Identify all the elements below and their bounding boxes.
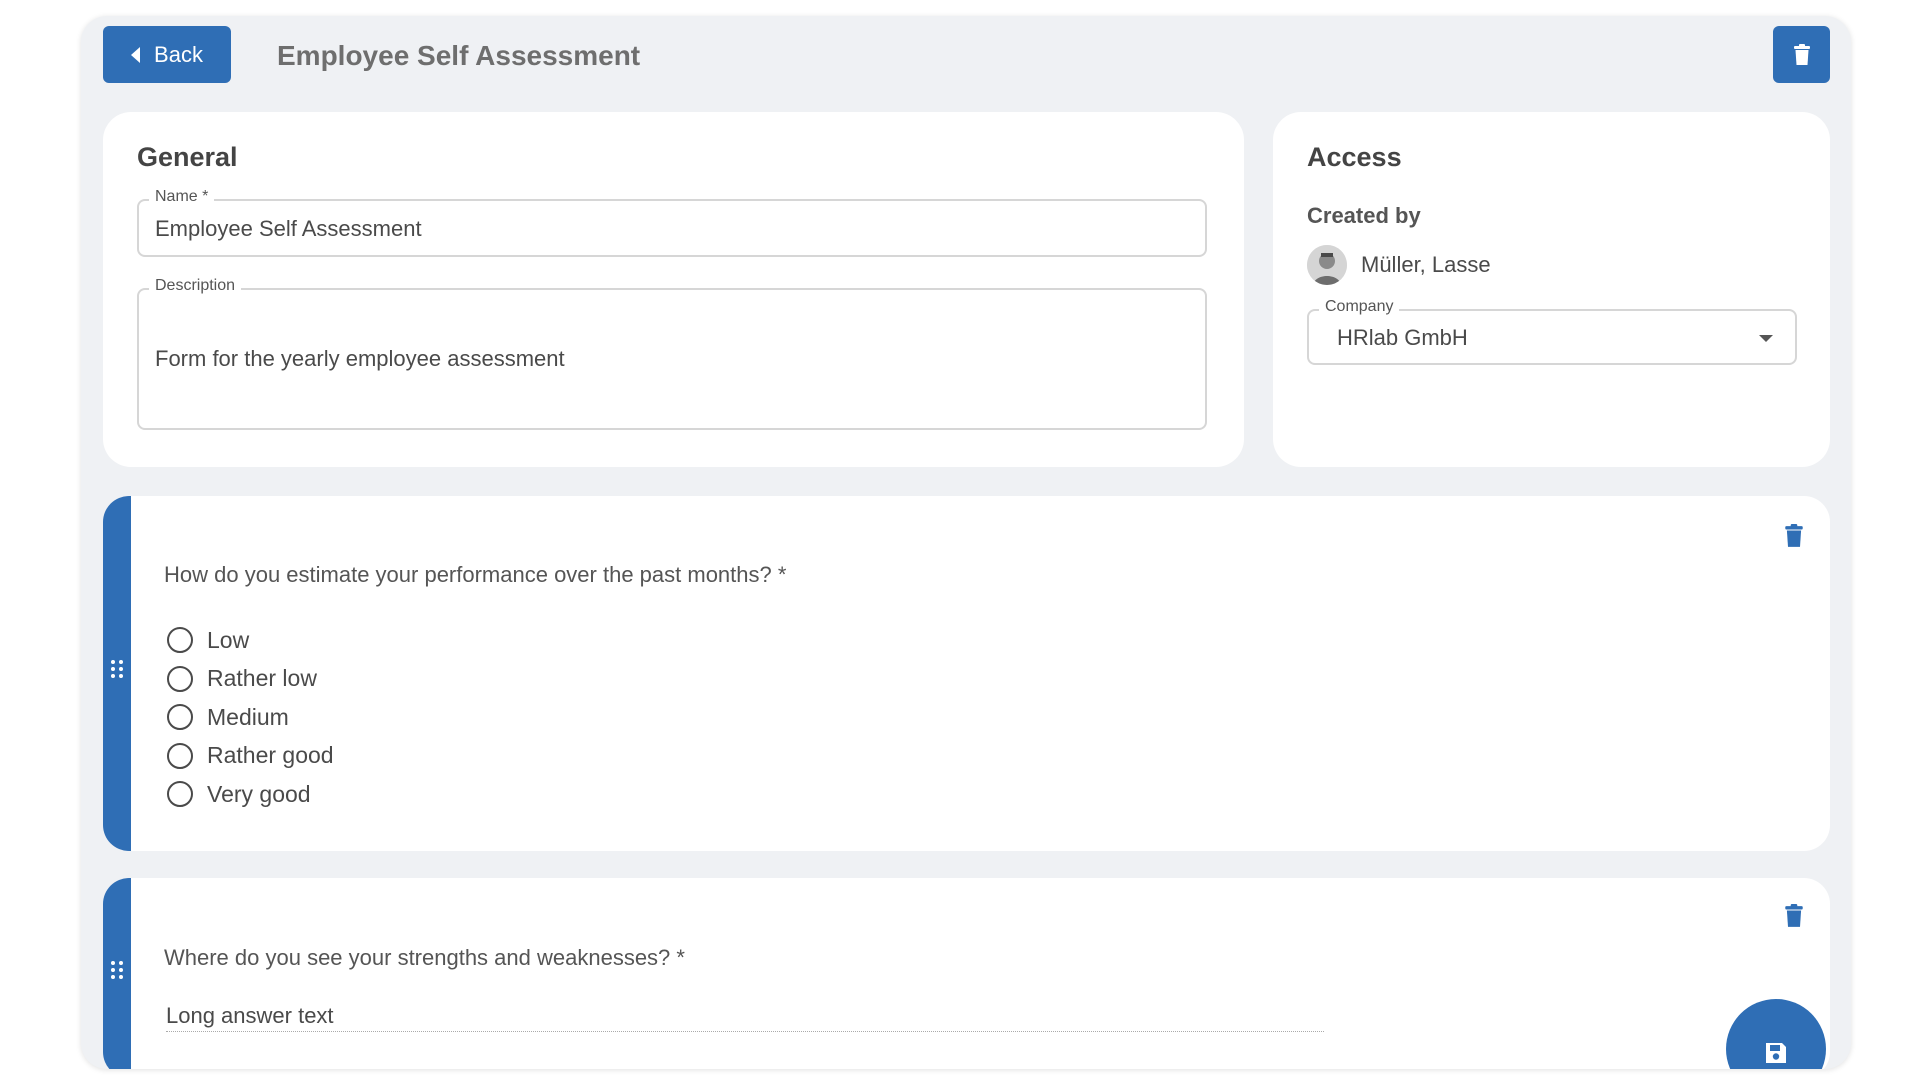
creator-chip[interactable]: Müller, Lasse — [1307, 245, 1491, 285]
option-label: Very good — [207, 780, 311, 807]
avatar — [1307, 245, 1347, 285]
option-label: Medium — [207, 703, 289, 730]
company-field-label: Company — [1319, 298, 1400, 316]
radio-icon[interactable] — [167, 742, 193, 769]
option-label: Low — [207, 626, 250, 653]
name-field[interactable]: Name * Employee Self Assessment — [137, 188, 1207, 257]
question-text: How do you estimate your performance ove… — [164, 562, 787, 587]
chevron-down-icon[interactable] — [1759, 335, 1773, 342]
back-button[interactable]: Back — [103, 26, 231, 83]
option-rather-good[interactable]: Rather good — [167, 737, 334, 776]
question-accent-bar — [103, 496, 131, 851]
drag-handle-icon[interactable] — [111, 660, 123, 678]
option-rather-low[interactable]: Rather low — [167, 660, 334, 699]
access-card: Access Created by Müller, Lasse Company … — [1273, 112, 1830, 467]
description-field-label: Description — [149, 277, 242, 295]
question-accent-bar — [103, 878, 131, 1069]
delete-form-button[interactable] — [1773, 26, 1830, 83]
page-title: Employee Self Assessment — [277, 40, 641, 71]
radio-icon[interactable] — [167, 627, 193, 654]
company-select[interactable]: Company HRlab GmbH — [1307, 298, 1797, 365]
form-editor-window: Back Employee Self Assessment General Na… — [81, 16, 1851, 1069]
option-very-good[interactable]: Very good — [167, 775, 334, 814]
radio-icon[interactable] — [167, 704, 193, 731]
caret-left-icon — [131, 46, 141, 63]
radio-icon[interactable] — [167, 665, 193, 692]
general-title: General — [137, 142, 238, 172]
option-label: Rather low — [207, 665, 317, 692]
name-field-label: Name * — [149, 188, 215, 206]
description-field[interactable]: Description Form for the yearly employee… — [137, 277, 1207, 430]
trash-icon[interactable] — [1784, 524, 1804, 548]
back-button-label: Back — [154, 41, 203, 67]
drag-handle-icon[interactable] — [111, 961, 123, 979]
save-icon — [1766, 1043, 1786, 1063]
option-medium[interactable]: Medium — [167, 698, 334, 737]
option-label: Rather good — [207, 742, 334, 769]
description-field-value[interactable]: Form for the yearly employee assessment — [155, 346, 565, 372]
trash-icon[interactable] — [1784, 904, 1804, 928]
option-low[interactable]: Low — [167, 621, 334, 660]
trash-icon — [1793, 43, 1810, 65]
question-text: Where do you see your strengths and weak… — [164, 945, 685, 970]
access-title: Access — [1307, 142, 1402, 172]
created-by-label: Created by — [1307, 203, 1421, 228]
question-card[interactable]: How do you estimate your performance ove… — [103, 496, 1830, 851]
company-field-value: HRlab GmbH — [1337, 325, 1468, 350]
creator-name: Müller, Lasse — [1361, 252, 1491, 277]
radio-icon[interactable] — [167, 781, 193, 808]
option-list: Low Rather low Medium Rather good Very g… — [167, 621, 334, 814]
name-field-value[interactable]: Employee Self Assessment — [155, 216, 422, 242]
long-answer-field[interactable]: Long answer text — [166, 1003, 1324, 1032]
general-card: General Name * Employee Self Assessment … — [103, 112, 1244, 467]
question-card[interactable]: Where do you see your strengths and weak… — [103, 878, 1830, 1069]
